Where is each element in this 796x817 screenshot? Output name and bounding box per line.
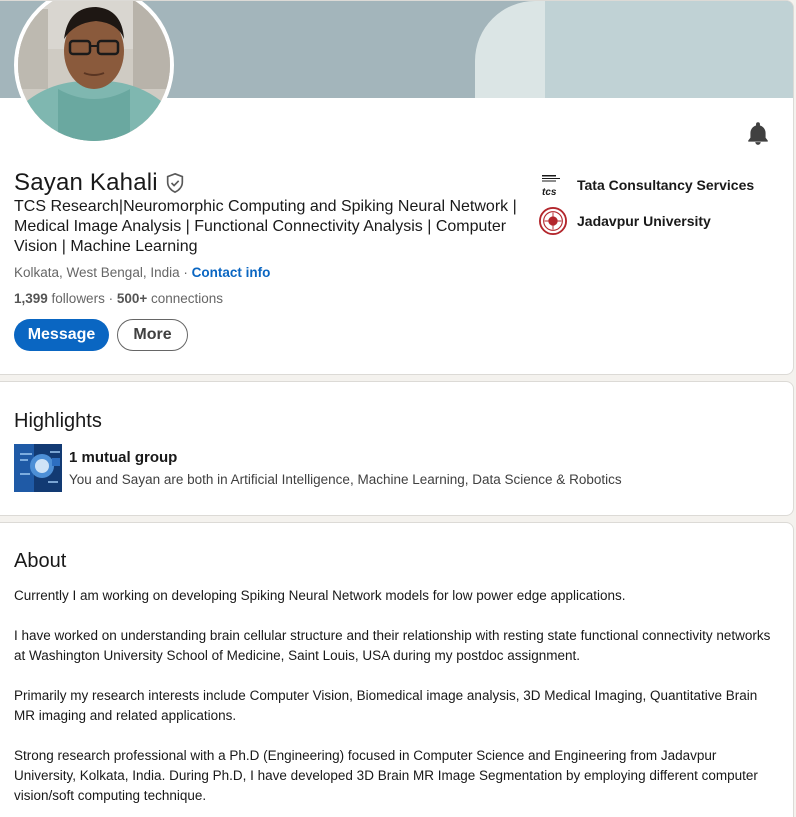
- org-name-tcs: Tata Consultancy Services: [577, 177, 755, 193]
- verified-shield-icon[interactable]: [164, 172, 186, 194]
- profile-location: Kolkata, West Bengal, India: [14, 265, 180, 280]
- mutual-group-title[interactable]: 1 mutual group: [69, 449, 177, 466]
- jadavpur-university-seal-icon: [539, 207, 567, 235]
- about-paragraph: Currently I am working on developing Spi…: [14, 588, 626, 603]
- followers-label: followers: [47, 291, 105, 306]
- group-thumbnail[interactable]: [14, 444, 62, 492]
- tcs-logo-icon: tcs: [539, 171, 567, 199]
- about-paragraph: Primarily my research interests include …: [14, 688, 758, 723]
- svg-text:tcs: tcs: [542, 187, 557, 198]
- mutual-group-description: You and Sayan are both in Artificial Int…: [69, 472, 622, 487]
- about-paragraph: I have worked on understanding brain cel…: [14, 628, 771, 663]
- highlights-card: Highlights 1 mutual group You and Sayan …: [0, 381, 794, 516]
- message-button[interactable]: Message: [14, 319, 109, 351]
- about-paragraph: Strong research professional with a Ph.D…: [14, 748, 758, 803]
- profile-headline: TCS Research|Neuromorphic Computing and …: [14, 198, 517, 255]
- highlights-title: Highlights: [14, 410, 102, 432]
- network-stats: 1,399 followers · 500+ connections: [14, 291, 223, 306]
- name-row: Sayan Kahali: [14, 169, 186, 197]
- connections-count[interactable]: 500+: [117, 291, 147, 306]
- org-name-jadavpur: Jadavpur University: [577, 213, 711, 229]
- about-card: About Currently I am working on developi…: [0, 522, 794, 817]
- more-button[interactable]: More: [117, 319, 188, 351]
- connections-separator: ·: [104, 291, 117, 306]
- profile-avatar[interactable]: [14, 1, 174, 145]
- bell-icon[interactable]: [745, 121, 771, 147]
- avatar-photo: [18, 1, 170, 141]
- location-row: Kolkata, West Bengal, India · Contact in…: [14, 265, 270, 280]
- org-item-tcs[interactable]: tcs Tata Consultancy Services: [539, 171, 754, 199]
- profile-name: Sayan Kahali: [14, 169, 158, 196]
- connections-label: connections: [147, 291, 224, 306]
- location-separator: ·: [179, 265, 192, 280]
- contact-info-link[interactable]: Contact info: [192, 265, 271, 280]
- org-item-jadavpur[interactable]: Jadavpur University: [539, 207, 711, 235]
- about-title: About: [14, 550, 67, 572]
- followers-count[interactable]: 1,399: [14, 291, 48, 306]
- about-text: Currently I am working on developing Spi…: [14, 586, 774, 817]
- profile-card: Sayan Kahali TCS Research|Neuromorphic C…: [0, 0, 794, 375]
